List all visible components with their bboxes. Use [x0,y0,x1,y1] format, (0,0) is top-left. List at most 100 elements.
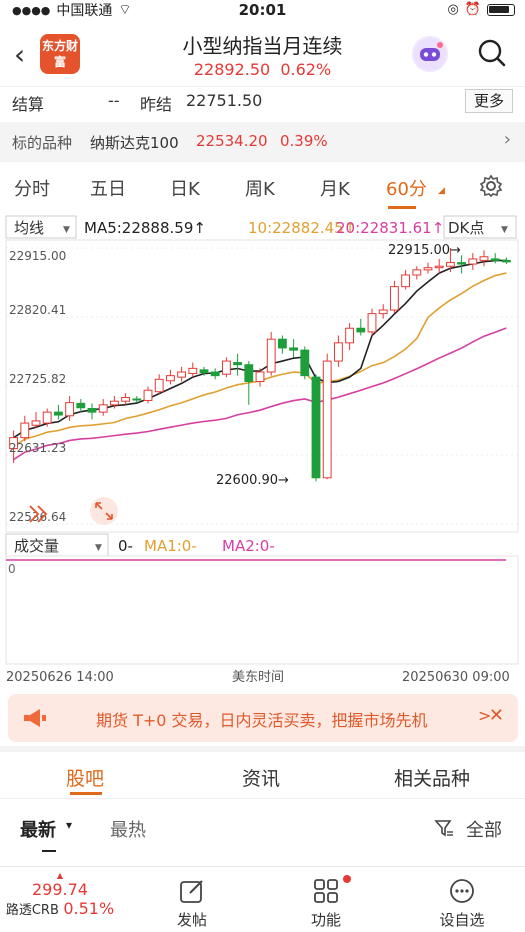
candle [76,398,86,413]
more-button[interactable]: 更多 [464,89,513,113]
tab-intraday[interactable]: 分时 [14,175,50,201]
candle [121,393,131,405]
content-tabs: 股吧 资讯 相关品种 [0,754,525,796]
candle [221,357,231,378]
candle [333,335,343,367]
tab-daily-k[interactable]: 日K [170,175,200,201]
candle [154,374,164,394]
candle [490,253,500,264]
candle [457,255,467,274]
volume-ma2: MA2:0- [222,537,275,555]
indicator-dropdown-icon: ▼ [63,225,70,235]
tab-forum[interactable]: 股吧 [66,764,104,791]
ai-robot-icon[interactable] [412,36,448,72]
functions-button[interactable]: 功能 [300,875,352,930]
notification-dot [343,875,351,883]
tabs-divider [0,798,525,799]
candle [367,308,377,336]
search-icon[interactable] [477,38,507,68]
promo-banner[interactable]: 期货 T+0 交易，日内灵活买卖，把握市场先机 > ✕ [8,694,518,742]
volume-select-label: 成交量 [14,537,59,555]
volume-value: 0- [118,537,133,555]
tab-news[interactable]: 资讯 [242,764,280,791]
kline-svg[interactable]: 均线 ▼ MA5:22888.59↑ 10:22882.45↑ 20:22831… [0,212,525,690]
candle [479,250,489,267]
candle [165,369,175,385]
volume-plot-frame [5,555,519,665]
underlying-pct: 0.39% [280,132,328,150]
grid-icon [314,879,338,903]
underlying-label: 标的品种 [12,134,73,152]
candle [300,346,310,380]
kline-chart[interactable]: 均线 ▼ MA5:22888.59↑ 10:22882.45↑ 20:22831… [0,212,525,690]
ticker-widget[interactable]: ▲ 299.74 路透CRB 0.51% [0,871,120,918]
expand-icon[interactable] [90,497,118,525]
alarm-icon: ⏰ [464,2,481,17]
underlying-price: 22534.20 [196,132,268,150]
volume-dropdown-icon: ▼ [95,543,102,553]
candle [356,318,366,336]
volume-zero-label: 0 [8,562,16,576]
x-end-label: 20250630 09:00 [402,670,510,685]
ticker-pct: 0.51% [63,899,115,918]
tab-monthly-k[interactable]: 月K [320,175,350,201]
candle [412,266,422,280]
settle-label: 结算 [12,95,45,114]
settle-value: -- [108,91,120,110]
candle [143,386,153,404]
header: ‹ 东方财富 小型纳指当月连续 22892.50 0.62% [0,22,525,86]
megaphone-icon [22,708,48,732]
ticker-price: 299.74 [32,880,88,899]
sort-latest[interactable]: 最新 [20,816,56,842]
ma20-legend: 20:22831.61↑ [336,219,444,237]
ticker-up-icon: ▲ [56,871,64,880]
functions-label: 功能 [310,911,341,929]
low-point-label: 22600.90→ [216,473,289,488]
sort-hot[interactable]: 最热 [110,816,146,842]
candle [53,404,63,420]
section-divider [0,746,525,752]
indicator-select-label: 均线 [14,219,44,237]
more-dots-icon [450,879,474,903]
dk-dropdown-icon: ▼ [501,225,508,235]
candles-group [9,248,511,482]
banner-text: 期货 T+0 交易，日内灵活买卖，把握市场先机 [96,711,428,730]
tab-60min[interactable]: 60分 [386,175,427,201]
clock: 20:01 [238,1,287,19]
tab-related[interactable]: 相关品种 [394,764,470,791]
candle [233,353,243,376]
header-change-pct: 0.62% [280,60,332,79]
candle [401,269,411,290]
volume-ma1: MA1:0- [144,537,197,555]
add-watchlist-button[interactable]: 设自选 [432,877,492,930]
post-label: 发帖 [176,911,207,929]
filter-funnel-icon[interactable] [434,818,454,843]
post-button[interactable]: 发帖 [166,877,218,930]
candle [389,280,399,313]
underlying-row[interactable]: 标的品种 纳斯达克100 22534.20 0.39% › [0,122,525,162]
candle [266,331,276,376]
candle [345,323,355,351]
candle [87,403,97,420]
tab-weekly-k[interactable]: 周K [245,175,275,201]
ma20-line [13,327,507,461]
y-tick-label: 22915.00 [9,249,66,263]
candle [188,362,198,378]
candle [289,339,299,358]
x-timezone-label: 美东时间 [232,670,284,685]
settings-gear-icon[interactable] [479,174,503,203]
candle [177,366,187,382]
forum-tab-indicator [70,792,102,795]
high-point-label: 22915.00→ [388,243,461,258]
candle [378,304,388,319]
y-tick-label: 22725.82 [9,372,66,386]
ma5-line [13,259,507,439]
candle [322,353,332,480]
sort-dropdown-icon: ▾ [66,818,73,832]
y-tick-label: 22631.23 [9,441,66,455]
filter-all[interactable]: 全部 [466,816,502,842]
banner-close-icon[interactable]: ✕ [489,705,504,726]
lock-rotation-icon: ◎ [447,2,459,17]
tab-five-day[interactable]: 五日 [90,175,126,201]
edit-icon [180,880,203,903]
